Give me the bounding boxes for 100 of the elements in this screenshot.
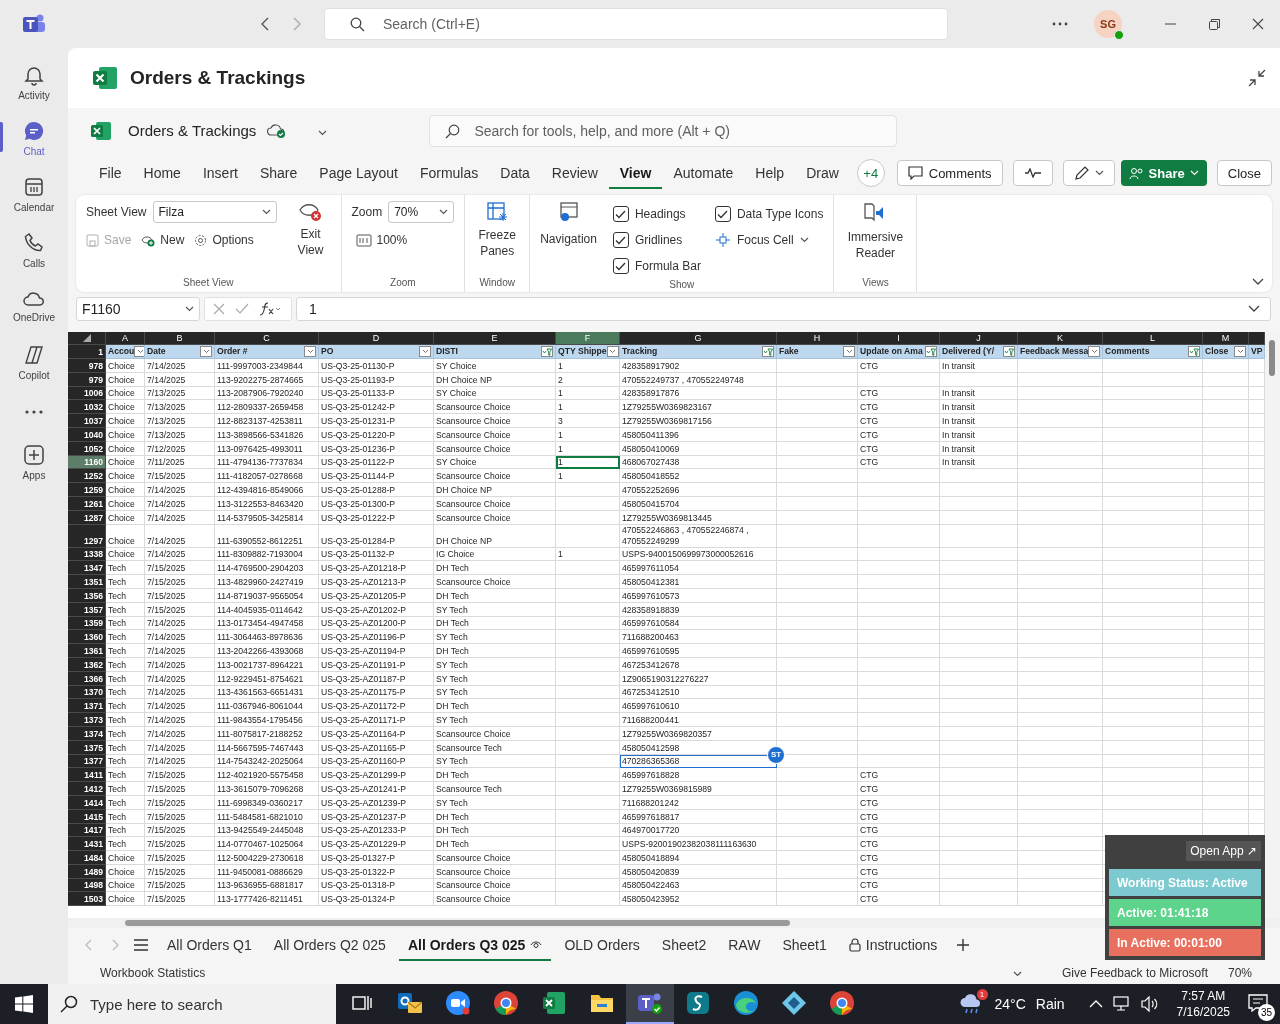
row-header[interactable]: 1297 <box>68 524 106 548</box>
filter-button[interactable] <box>200 346 212 357</box>
column-header[interactable]: L <box>1103 332 1203 345</box>
feedback-link[interactable]: Give Feedback to Microsoft <box>1061 966 1208 980</box>
row-header[interactable]: 1361 <box>68 644 106 658</box>
comments-button[interactable]: Comments <box>896 160 1003 186</box>
spreadsheet-icon[interactable] <box>541 990 567 1016</box>
column-header[interactable]: H <box>777 332 858 345</box>
checkbox-option[interactable]: Gridlines <box>612 227 701 253</box>
filter-button[interactable] <box>1188 346 1200 357</box>
function-icon[interactable] <box>259 301 281 316</box>
column-header[interactable]: C <box>215 332 319 345</box>
nav-item[interactable]: Calendar <box>0 166 68 222</box>
mail-icon[interactable] <box>396 990 424 1016</box>
checkbox[interactable] <box>612 232 629 248</box>
row-header[interactable]: 1503 <box>68 892 106 907</box>
task-view-icon[interactable] <box>352 994 372 1012</box>
user-avatar[interactable]: SG <box>1094 10 1122 38</box>
sheet-tab[interactable]: All Orders Q3 025 <box>398 929 552 961</box>
sheet-tab[interactable]: OLD Orders <box>555 929 649 961</box>
row-header[interactable]: 1351 <box>68 575 106 589</box>
filter-button[interactable] <box>419 346 431 357</box>
taskbar-button[interactable] <box>626 984 674 1024</box>
exit-view-button[interactable]: Exit View <box>290 201 331 277</box>
row-header[interactable]: 1037 <box>68 414 106 428</box>
checkbox-option[interactable]: Headings <box>612 201 701 227</box>
menu-tab[interactable]: Insert <box>191 157 249 189</box>
menu-tab[interactable]: Automate <box>662 157 745 189</box>
row-header[interactable]: 978 <box>68 359 106 373</box>
chevron-up-icon[interactable] <box>1088 1000 1103 1008</box>
sheet-tab[interactable]: All Orders Q1 <box>158 929 261 961</box>
clock-time[interactable]: 7:57 AM <box>1181 988 1226 1004</box>
ribbon-button[interactable]: New <box>141 229 185 251</box>
column-header[interactable]: M <box>1203 332 1249 345</box>
clock-date[interactable]: 7/16/2025 <box>1176 1004 1230 1020</box>
close-button[interactable]: Close <box>1216 160 1272 186</box>
browser-icon[interactable] <box>829 990 855 1016</box>
menu-tab[interactable]: Review <box>540 157 609 189</box>
activity-button[interactable] <box>1012 160 1053 186</box>
chevron-down-icon[interactable] <box>1252 278 1264 286</box>
search-field[interactable]: Search (Ctrl+E) <box>324 8 948 40</box>
row-header[interactable]: 1 <box>68 345 106 359</box>
checkbox[interactable] <box>612 258 629 274</box>
nav-item[interactable]: OneDrive <box>0 278 68 334</box>
checkbox-option[interactable]: Formula Bar <box>612 253 701 279</box>
check-icon[interactable] <box>235 302 249 315</box>
formula-field[interactable]: 1 <box>296 296 1271 321</box>
checkbox-option[interactable]: Data Type Icons <box>714 201 824 227</box>
filter-button[interactable] <box>1234 346 1246 357</box>
status-text[interactable]: Workbook Statistics <box>100 966 206 980</box>
sheet-tab[interactable]: All Orders Q2 025 <box>264 929 395 961</box>
nav-item[interactable]: Activity <box>0 54 68 110</box>
row-header[interactable]: 1431 <box>68 837 106 852</box>
column-header[interactable]: I <box>858 332 940 345</box>
collaborators-count[interactable]: +4 <box>856 159 885 187</box>
diamond-icon[interactable] <box>781 990 807 1016</box>
column-header[interactable]: E <box>434 332 556 345</box>
wave-icon[interactable] <box>733 990 759 1016</box>
row-header[interactable]: 1259 <box>68 483 106 497</box>
zoom-reset-button[interactable]: 100% <box>355 229 455 251</box>
sheet-tab[interactable]: Sheet2 <box>652 929 716 961</box>
menu-tab[interactable]: Help <box>744 157 796 189</box>
column-header[interactable]: D <box>319 332 434 345</box>
teams-logo-icon[interactable] <box>22 13 46 35</box>
more-icon[interactable] <box>1052 22 1068 26</box>
checkbox[interactable] <box>714 206 731 222</box>
windows-logo-icon[interactable] <box>15 995 33 1013</box>
sheet-view-dropdown[interactable]: Filza <box>152 201 277 223</box>
network-icon[interactable] <box>1112 996 1131 1012</box>
nav-item[interactable]: Copilot <box>0 334 68 390</box>
menu-tab[interactable]: Formulas <box>408 157 490 189</box>
scrollbar-thumb[interactable] <box>1269 340 1275 376</box>
row-header[interactable]: 1412 <box>68 782 106 796</box>
ribbon-button[interactable]: Options <box>194 229 254 251</box>
column-header[interactable]: K <box>1018 332 1103 345</box>
immersive-reader-button[interactable]: Immersive Reader <box>844 201 907 277</box>
checkbox[interactable] <box>612 206 629 222</box>
cloud-sync-icon[interactable] <box>266 122 287 139</box>
menu-tab[interactable]: Draw <box>795 157 850 189</box>
row-header[interactable]: 1373 <box>68 713 106 727</box>
open-app-button[interactable]: Open App ↗ <box>1186 841 1261 861</box>
filter-button[interactable] <box>606 346 619 357</box>
column-header[interactable]: A <box>106 332 145 345</box>
freeze-panes-button[interactable]: Freeze Panes <box>475 201 520 277</box>
filter-button[interactable] <box>541 346 553 357</box>
nav-item[interactable]: Calls <box>0 222 68 278</box>
filter-button[interactable] <box>1088 346 1101 357</box>
filter-button[interactable] <box>925 346 937 357</box>
column-header[interactable]: B <box>145 332 215 345</box>
navigation-button[interactable]: Navigation <box>540 201 597 279</box>
browser-icon[interactable] <box>493 990 519 1016</box>
row-header[interactable]: 1347 <box>68 561 106 576</box>
file-name[interactable]: Orders & Trackings <box>128 122 257 139</box>
row-header[interactable]: 1360 <box>68 630 106 645</box>
speaker-icon[interactable] <box>1140 996 1159 1012</box>
filter-button[interactable] <box>304 346 316 357</box>
row-header[interactable]: 1032 <box>68 400 106 415</box>
row-header[interactable]: 1411 <box>68 768 106 783</box>
menu-tab[interactable]: Home <box>132 157 192 189</box>
temperature[interactable]: 24°C <box>994 996 1026 1012</box>
